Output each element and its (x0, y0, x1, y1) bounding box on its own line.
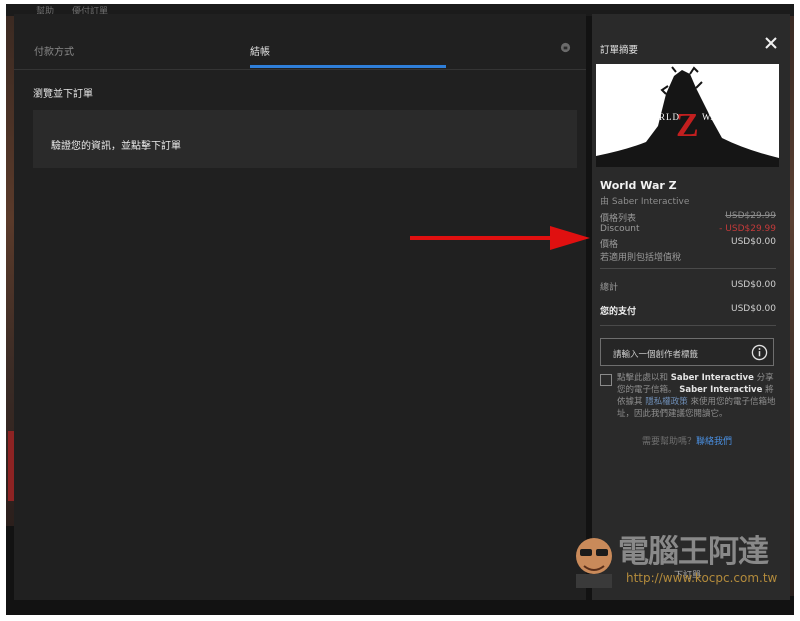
contact-us-link[interactable]: 聯絡我們 (696, 437, 732, 447)
divider (600, 268, 776, 269)
price-row-label: 若適用則包括增值稅 (600, 253, 682, 263)
info-icon[interactable] (751, 344, 768, 361)
watermark-text: 電腦王阿達 (618, 534, 769, 570)
you-pay-row: 您的支付 USD$0.00 (600, 304, 776, 317)
cover-letter: Z (676, 107, 699, 144)
price-row-value: USD$0.00 (731, 237, 776, 247)
price-row-list: 價格列表 USD$29.99 (600, 211, 776, 224)
total-row: 總計 USD$0.00 (600, 280, 776, 293)
consent-company: Saber Interactive (670, 373, 754, 383)
price-row-label: Discount (600, 224, 640, 234)
creator-tag-input[interactable]: 請輸入一個創作者標籤 (600, 338, 774, 366)
tab-checkout[interactable]: 結帳 (250, 43, 270, 58)
price-row-discount: Discount - USD$29.99 (600, 224, 776, 236)
share-email-checkbox[interactable] (600, 374, 612, 386)
review-text: 驗證您的資訊，並點擊下訂單 (51, 141, 181, 152)
watermark: 電腦王阿達 http://www.kocpc.com.tw (566, 524, 786, 594)
order-summary-panel: 訂單摘要 WORLD Z WAR World War Z 由 Saber Int… (592, 14, 790, 600)
tab-payment-method[interactable]: 付款方式 (34, 43, 74, 58)
game-cover-image: WORLD Z WAR (596, 64, 779, 167)
you-pay-label: 您的支付 (600, 307, 637, 317)
checkout-panel: 付款方式 結帳 瀏覽並下訂單 驗證您的資訊，並點擊下訂單 (14, 14, 586, 600)
price-row-value: USD$29.99 (725, 211, 776, 221)
price-row-vat-note: 若適用則包括增值稅 (600, 250, 776, 263)
watermark-url: http://www.kocpc.com.tw (626, 571, 778, 585)
review-box: 驗證您的資訊，並點擊下訂單 (33, 110, 577, 168)
game-title: World War Z (600, 179, 677, 192)
watermark-mascot-icon (576, 538, 612, 588)
app-window: 幫助 優付訂單 付款方式 結帳 瀏覽並下訂單 驗證您的資訊，並點擊下訂單 訂單摘… (6, 4, 794, 615)
cover-text-left: WORLD (642, 112, 680, 122)
creator-tag-placeholder: 請輸入一個創作者標籤 (613, 350, 699, 360)
red-arrow-annotation (410, 226, 590, 250)
price-row-price: 價格 USD$0.00 (600, 237, 776, 250)
section-title: 瀏覽並下訂單 (33, 89, 93, 100)
game-publisher: 由 Saber Interactive (600, 197, 690, 207)
help-question: 需要幫助嗎？ (642, 437, 697, 447)
checkout-tabs: 付款方式 結帳 (14, 14, 586, 70)
total-label: 總計 (600, 283, 619, 293)
total-value: USD$0.00 (731, 280, 776, 290)
active-tab-indicator (250, 65, 446, 68)
cover-text-right: WAR (702, 112, 725, 122)
price-row-label: 價格 (600, 240, 619, 250)
order-summary-title: 訂單摘要 (600, 45, 639, 56)
you-pay-value: USD$0.00 (731, 304, 776, 314)
close-icon[interactable] (764, 36, 778, 50)
price-row-label: 價格列表 (600, 214, 637, 224)
divider (600, 325, 776, 326)
help-line: 需要幫助嗎？聯絡我們 (642, 434, 732, 447)
consent-text: 點擊此處以和 Saber Interactive 分享您的電子信箱。 Saber… (617, 372, 779, 420)
consent-part: 點擊此處以和 (617, 373, 669, 383)
consent-company: Saber Interactive (679, 385, 763, 395)
secure-lock-icon (560, 42, 571, 53)
price-row-value: - USD$29.99 (719, 224, 776, 234)
privacy-policy-link[interactable]: 隱私權政策 (645, 397, 688, 407)
